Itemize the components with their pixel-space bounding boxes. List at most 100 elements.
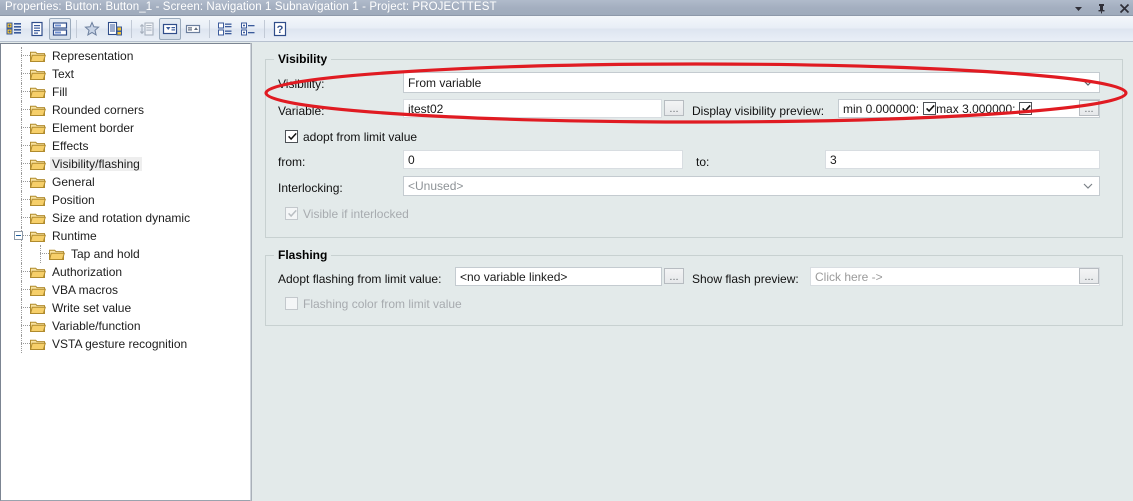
tree-elbow-line (21, 109, 30, 111)
categorized-view-button[interactable] (3, 18, 25, 40)
folder-icon (30, 158, 46, 171)
tree-item-label: General (52, 175, 95, 189)
tree-item-general[interactable]: General (1, 173, 239, 191)
variable-input[interactable]: itest02 (403, 99, 662, 118)
folder-icon (30, 284, 46, 297)
tree-item-runtime[interactable]: Runtime (1, 227, 239, 245)
visibility-mode-combo[interactable]: From variable (403, 72, 1100, 93)
tree-elbow-line (21, 217, 30, 219)
flashing-color-from-limit-checkbox (285, 297, 298, 310)
from-input[interactable]: 0 (403, 150, 683, 169)
tree-item-rounded-corners[interactable]: Rounded corners (1, 101, 239, 119)
visibility-preview-browse-button[interactable]: ... (1079, 100, 1099, 116)
expand-all-button[interactable] (237, 18, 259, 40)
tree-collapse-icon[interactable] (14, 231, 23, 240)
folder-icon (30, 86, 46, 99)
toolbar-separator (209, 19, 210, 38)
tree-item-text[interactable]: Text (1, 65, 239, 83)
tree-elbow-line (21, 73, 30, 75)
adopt-from-limit-value-label: adopt from limit value (303, 130, 418, 144)
tree-item-label: Effects (52, 139, 89, 153)
tree-elbow-line (21, 325, 30, 327)
tree-item-vsta-gesture-recognition[interactable]: VSTA gesture recognition (1, 335, 239, 353)
chevron-down-icon (1083, 79, 1093, 86)
expand-down-button[interactable] (159, 17, 181, 40)
tree-item-element-border[interactable]: Element border (1, 119, 239, 137)
tree-item-label: Fill (52, 85, 68, 99)
tree-item-fill[interactable]: Fill (1, 83, 239, 101)
toolbar-separator (76, 19, 77, 38)
tree-item-authorization[interactable]: Authorization (1, 263, 239, 281)
tree-scrollbar[interactable] (239, 43, 251, 501)
collapse-up-button[interactable] (182, 18, 204, 40)
tree-item-size-and-rotation-dynamic[interactable]: Size and rotation dynamic (1, 209, 239, 227)
tree-elbow-line (21, 343, 30, 345)
from-label: from: (278, 155, 306, 169)
folder-icon (30, 122, 46, 135)
tree-item-label: Tap and hold (71, 247, 140, 261)
preview-max-checkbox[interactable] (1019, 102, 1033, 115)
tree-item-label: Position (52, 193, 95, 207)
flashing-group-title: Flashing (274, 248, 332, 262)
property-pages-button[interactable] (26, 18, 48, 40)
show-flash-preview-label: Show flash preview: (692, 272, 799, 286)
visibility-preview-box[interactable]: min 0.000000: max 3.000000: (838, 99, 1100, 118)
flashing-color-from-limit-label: Flashing color from limit value (303, 297, 462, 311)
tree-item-vba-macros[interactable]: VBA macros (1, 281, 239, 299)
tree-item-position[interactable]: Position (1, 191, 239, 209)
variable-browse-button[interactable]: ... (664, 100, 684, 116)
tree-item-label: Size and rotation dynamic (52, 211, 191, 225)
tree-item-representation[interactable]: Representation (1, 47, 239, 65)
tree-item-tap-and-hold[interactable]: Tap and hold (1, 245, 239, 263)
tree-item-label: Runtime (52, 229, 97, 243)
adopt-flashing-browse-button[interactable]: ... (664, 268, 684, 284)
to-value: 3 (830, 152, 837, 167)
tree-item-label: Representation (52, 49, 134, 63)
folder-icon (30, 176, 46, 189)
toolbar-separator (264, 19, 265, 38)
tree-item-label: Text (52, 67, 75, 81)
to-input[interactable]: 3 (825, 150, 1100, 169)
tree-elbow-line (21, 163, 30, 165)
tree-item-variable-function[interactable]: Variable/function (1, 317, 239, 335)
chevron-down-icon (1083, 183, 1093, 190)
favorites-button[interactable] (81, 18, 103, 40)
preview-min-label: min 0.000000: (843, 101, 920, 116)
dropdown-menu-button[interactable] (1071, 1, 1085, 15)
folder-icon (30, 68, 46, 81)
group-list-button[interactable] (214, 18, 236, 40)
window-controls (1071, 0, 1131, 16)
from-value: 0 (408, 152, 415, 167)
interlocking-value: <Unused> (408, 179, 464, 193)
help-button[interactable]: ? (269, 18, 291, 40)
interlocking-label: Interlocking: (278, 181, 343, 195)
tree-item-label: Visibility/flashing (50, 157, 142, 171)
preview-min-checkbox[interactable] (923, 102, 937, 115)
tree-elbow-line (21, 271, 30, 273)
tree-item-label: VSTA gesture recognition (52, 337, 188, 351)
folder-icon (30, 266, 46, 279)
sort-button[interactable] (136, 18, 158, 40)
visibility-group-title: Visibility (274, 52, 332, 66)
all-properties-button[interactable] (104, 18, 126, 40)
window-titlebar: Properties: Button: Button_1 - Screen: N… (0, 0, 1133, 16)
show-flash-preview-browse-button[interactable]: ... (1079, 268, 1099, 284)
property-category-tree[interactable]: Representation Text Fill Rounded corners Ele… (0, 43, 239, 501)
folder-icon (30, 338, 46, 351)
folder-icon (30, 50, 46, 63)
tree-item-effects[interactable]: Effects (1, 137, 239, 155)
auto-hide-pin-icon[interactable] (1094, 1, 1108, 15)
tree-elbow-line (21, 55, 30, 57)
tree-elbow-line (21, 181, 30, 183)
interlocking-combo[interactable]: <Unused> (403, 176, 1100, 196)
tree-item-write-set-value[interactable]: Write set value (1, 299, 239, 317)
flashing-groupbox: Flashing (265, 248, 1123, 326)
tree-elbow-line (21, 145, 30, 147)
adopt-flashing-input[interactable]: <no variable linked> (455, 267, 662, 286)
folder-icon (30, 320, 46, 333)
split-view-button[interactable] (49, 17, 71, 40)
show-flash-preview-input[interactable]: Click here -> (810, 267, 1100, 286)
close-icon[interactable] (1117, 1, 1131, 15)
tree-item-visibility-flashing[interactable]: Visibility/flashing (1, 155, 239, 173)
adopt-from-limit-value-checkbox[interactable] (285, 130, 298, 143)
